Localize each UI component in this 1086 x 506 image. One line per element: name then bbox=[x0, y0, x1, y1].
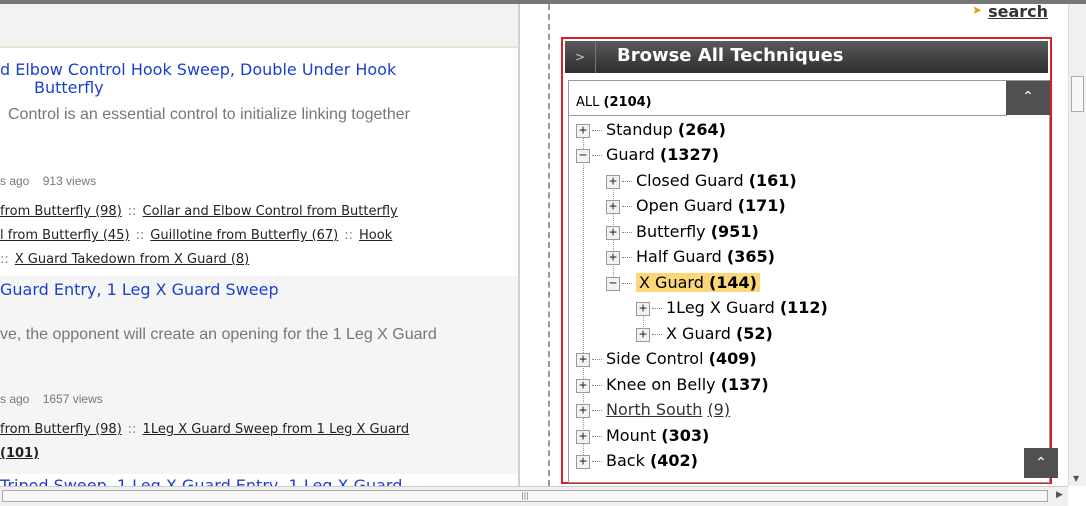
tag-link[interactable]: Collar and Elbow Control from Butterfly bbox=[143, 204, 398, 219]
item-title[interactable]: Guard Entry, 1 Leg X Guard Sweep bbox=[0, 280, 279, 299]
expand-icon[interactable]: + bbox=[576, 378, 590, 393]
all-count: (2104) bbox=[603, 95, 652, 110]
scroll-right-arrow-icon[interactable]: ▶ bbox=[1056, 490, 1063, 500]
list-item: Guard Entry, 1 Leg X Guard Sweep ve, the… bbox=[0, 276, 518, 474]
search-link[interactable]: search bbox=[988, 2, 1048, 21]
item-views: 1657 views bbox=[42, 392, 103, 406]
collapse-icon[interactable]: − bbox=[606, 276, 620, 291]
panel-title: Browse All Techniques bbox=[617, 45, 844, 66]
tag-link[interactable]: X Guard Takedown from X Guard (8) bbox=[15, 252, 249, 267]
item-tags: from Butterfly (98):: 1Leg X Guard Sweep … bbox=[0, 422, 409, 437]
collapse-icon[interactable]: − bbox=[576, 148, 590, 163]
expand-icon[interactable]: + bbox=[606, 174, 620, 189]
tree-node-butterfly[interactable]: + Butterfly (951) bbox=[606, 221, 759, 243]
tag-link[interactable]: (101) bbox=[0, 446, 39, 461]
scrollbar-thumb[interactable]: ||| bbox=[2, 490, 1048, 502]
tree-node-standup[interactable]: + Standup (264) bbox=[576, 119, 726, 141]
tag-link[interactable]: from Butterfly (98) bbox=[0, 204, 122, 219]
expand-icon[interactable]: + bbox=[636, 301, 650, 316]
item-age: s ago bbox=[0, 392, 30, 406]
tree-node-open-guard[interactable]: + Open Guard (171) bbox=[606, 195, 786, 217]
pane-divider[interactable] bbox=[518, 4, 520, 486]
item-age: s ago bbox=[0, 174, 30, 188]
expand-icon[interactable]: + bbox=[576, 123, 590, 138]
tree-node-1leg-x-guard[interactable]: +1Leg X Guard (112) bbox=[636, 297, 828, 319]
arrow-right-icon: ➤ bbox=[972, 3, 983, 17]
scroll-to-top-button[interactable]: ⌃ bbox=[1024, 448, 1058, 478]
tree-node-mount[interactable]: + Mount (303) bbox=[576, 425, 709, 447]
chevron-up-icon: ⌃ bbox=[1022, 89, 1034, 105]
expand-icon[interactable]: + bbox=[606, 199, 620, 214]
tree-node-side-control[interactable]: + Side Control (409) bbox=[576, 348, 757, 370]
technique-list-pane[interactable]: d Elbow Control Hook Sweep, Double Under… bbox=[0, 4, 518, 486]
tag-separator: :: bbox=[127, 422, 137, 437]
horizontal-scrollbar[interactable]: ||| ▶ bbox=[0, 486, 1068, 506]
tag-separator: :: bbox=[344, 228, 354, 243]
tree-node-back[interactable]: + Back (402) bbox=[576, 450, 698, 472]
item-tags: :: X Guard Takedown from X Guard (8) bbox=[0, 252, 249, 267]
list-header-bar bbox=[0, 4, 518, 48]
expand-icon[interactable]: + bbox=[636, 327, 650, 342]
item-tags: l from Butterfly (45):: Guillotine from B… bbox=[0, 228, 392, 243]
tree-node-guard[interactable]: − Guard (1327) bbox=[576, 144, 719, 166]
tag-separator: :: bbox=[127, 204, 137, 219]
list-item: Tripod Sweep, 1 Leg X Guard Entry, 1 Leg… bbox=[0, 474, 518, 486]
item-meta: s ago 1657 views bbox=[0, 392, 103, 406]
tree-node-knee-on-belly[interactable]: + Knee on Belly (137) bbox=[576, 374, 769, 396]
all-label: ALL bbox=[576, 95, 600, 110]
tag-link[interactable]: from Butterfly (98) bbox=[0, 422, 122, 437]
item-description: Control is an essential control to initi… bbox=[8, 106, 410, 123]
list-item: d Elbow Control Hook Sweep, Double Under… bbox=[0, 50, 518, 276]
dashed-separator bbox=[548, 4, 550, 486]
chevron-up-icon: ⌃ bbox=[1035, 455, 1047, 471]
expand-icon[interactable]: + bbox=[576, 352, 590, 367]
tag-link[interactable]: l from Butterfly (45) bbox=[0, 228, 130, 243]
tag-separator: :: bbox=[0, 252, 9, 267]
tree-root-all[interactable]: ALL (2104) bbox=[576, 95, 652, 110]
tree-divider bbox=[569, 115, 1007, 116]
expand-icon[interactable]: + bbox=[576, 454, 590, 469]
technique-tree: ALL (2104) ⌃ + Standup (264) − Guard (1327… bbox=[568, 80, 1050, 483]
chevron-right-icon[interactable]: > bbox=[565, 41, 596, 73]
item-description: ve, the opponent will create an opening … bbox=[0, 326, 437, 343]
tree-node-half-guard[interactable]: + Half Guard (365) bbox=[606, 246, 775, 268]
collapse-all-button[interactable]: ⌃ bbox=[1006, 81, 1050, 115]
tree-node-x-guard-selected[interactable]: − X Guard (144) bbox=[606, 272, 760, 294]
vertical-scrollbar[interactable]: ▼ bbox=[1068, 4, 1086, 486]
scroll-down-arrow-icon[interactable]: ▼ bbox=[1073, 474, 1079, 483]
expand-icon[interactable]: + bbox=[576, 429, 590, 444]
expand-icon[interactable]: + bbox=[606, 225, 620, 240]
scrollbar-thumb[interactable] bbox=[1071, 76, 1084, 112]
tag-link[interactable]: Guillotine from Butterfly (67) bbox=[150, 228, 338, 243]
tag-separator: :: bbox=[135, 228, 145, 243]
tag-link[interactable]: Hook bbox=[359, 228, 392, 243]
expand-icon[interactable]: + bbox=[576, 403, 590, 418]
item-title[interactable]: d Elbow Control Hook Sweep, Double Under… bbox=[0, 60, 396, 79]
tree-node-x-guard-sub[interactable]: + X Guard (52) bbox=[636, 323, 773, 345]
item-meta: s ago 913 views bbox=[0, 174, 96, 188]
tag-link[interactable]: 1Leg X Guard Sweep from 1 Leg X Guard bbox=[143, 422, 410, 437]
browse-techniques-panel: > Browse All Techniques ALL (2104) ⌃ + St… bbox=[561, 37, 1052, 484]
tree-node-closed-guard[interactable]: + Closed Guard (161) bbox=[606, 170, 797, 192]
item-tags: from Butterfly (98):: Collar and Elbow Co… bbox=[0, 204, 398, 219]
tree-node-north-south[interactable]: + North South (9) bbox=[576, 399, 730, 421]
item-title[interactable]: Tripod Sweep, 1 Leg X Guard Entry, 1 Leg… bbox=[0, 476, 402, 486]
panel-header: > Browse All Techniques bbox=[565, 41, 1048, 73]
item-title-continued[interactable]: Butterfly bbox=[34, 78, 104, 97]
item-views: 913 views bbox=[42, 174, 97, 188]
expand-icon[interactable]: + bbox=[606, 250, 620, 265]
item-tags: (101) bbox=[0, 446, 39, 461]
